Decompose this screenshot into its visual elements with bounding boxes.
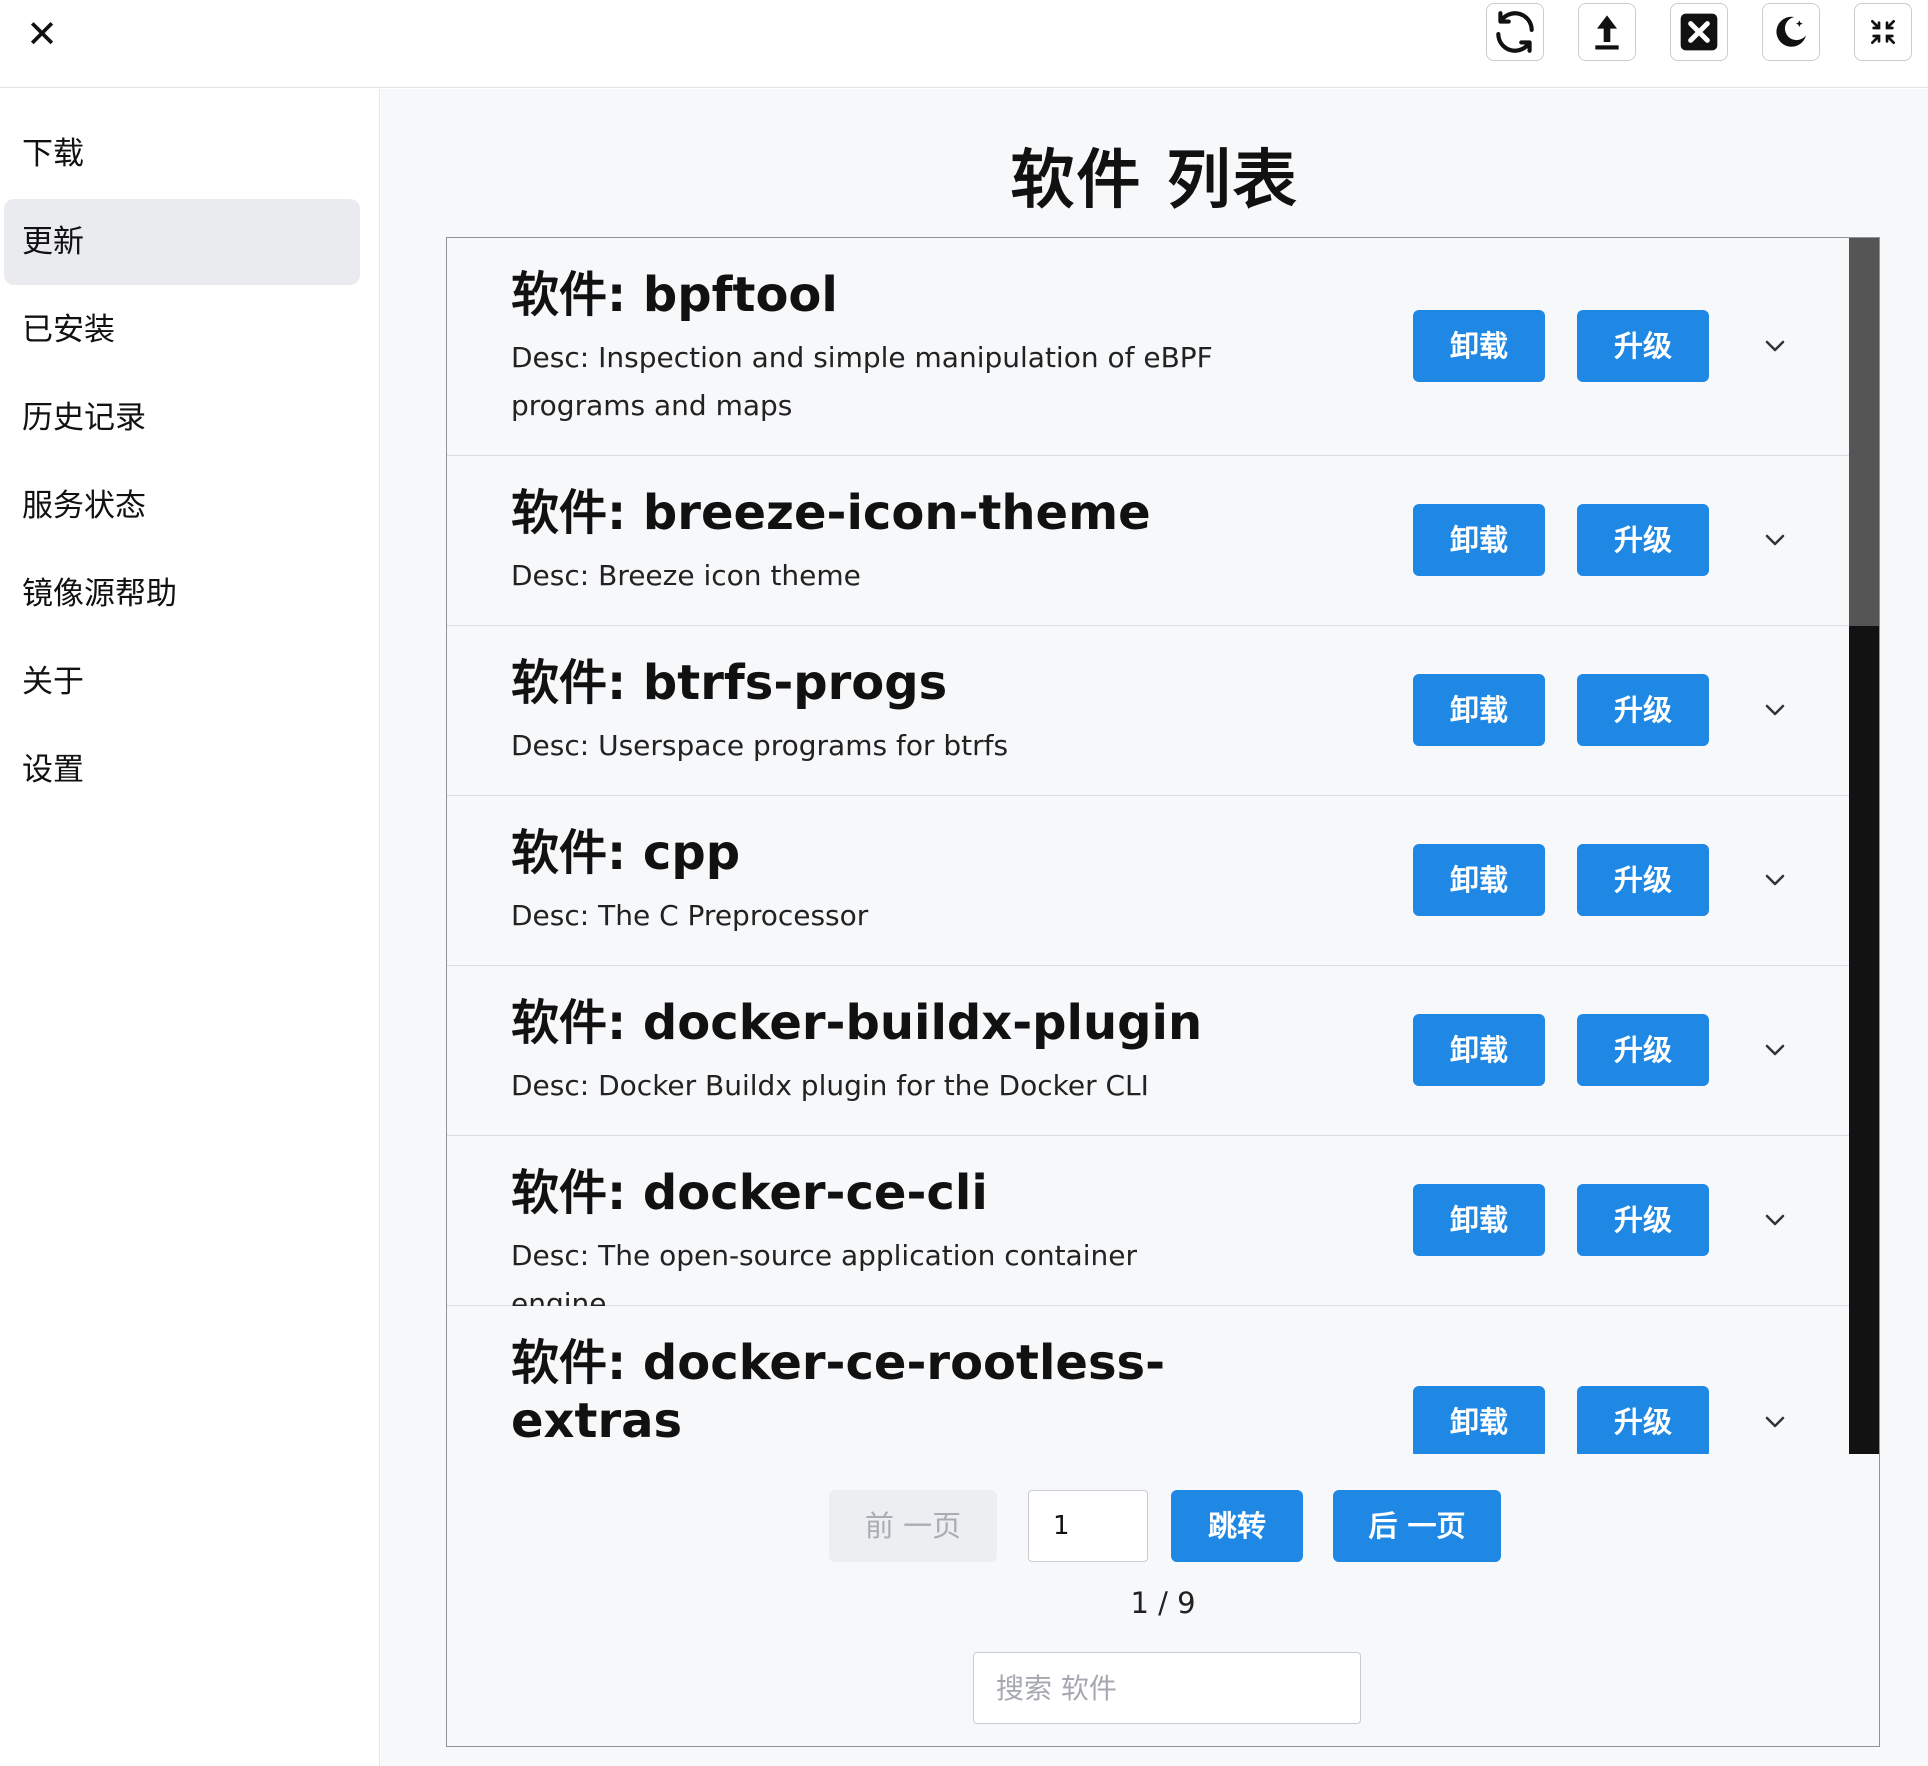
uninstall-button[interactable]: 卸载 bbox=[1413, 844, 1545, 916]
sidebar-item-update[interactable]: 更新 bbox=[4, 199, 360, 285]
expand-chevron-button[interactable] bbox=[1755, 1402, 1795, 1442]
chevron-down-icon bbox=[1765, 340, 1785, 352]
scrollbar-thumb[interactable] bbox=[1849, 238, 1879, 626]
package-list-panel: 软件: bpftool Desc: Inspection and simple … bbox=[446, 237, 1880, 1747]
chevron-down-icon bbox=[1765, 704, 1785, 716]
clear-button[interactable] bbox=[1670, 3, 1728, 61]
refresh-icon bbox=[1496, 11, 1534, 53]
sidebar-item-service-status[interactable]: 服务状态 bbox=[4, 463, 360, 549]
main-content: 软件 列表 软件: bpftool Desc: Inspection and s… bbox=[381, 89, 1928, 1766]
package-desc: Desc: Docker Buildx plugin for the Docke… bbox=[511, 1069, 1149, 1102]
dark-mode-button[interactable] bbox=[1762, 3, 1820, 61]
uninstall-button[interactable]: 卸载 bbox=[1413, 504, 1545, 576]
jump-button[interactable]: 跳转 bbox=[1171, 1490, 1303, 1562]
upload-icon bbox=[1595, 15, 1619, 50]
sidebar-item-history[interactable]: 历史记录 bbox=[4, 375, 360, 461]
page-number-input[interactable] bbox=[1028, 1490, 1148, 1562]
uninstall-button[interactable]: 卸载 bbox=[1413, 310, 1545, 382]
upgrade-button[interactable]: 升级 bbox=[1577, 1386, 1709, 1454]
upgrade-button[interactable]: 升级 bbox=[1577, 504, 1709, 576]
collapse-icon bbox=[1871, 20, 1895, 44]
package-row: 软件: btrfs-progs Desc: Userspace programs… bbox=[447, 626, 1849, 796]
expand-chevron-button[interactable] bbox=[1755, 520, 1795, 560]
prev-page-button[interactable]: 前 一页 bbox=[829, 1490, 997, 1562]
search-input[interactable] bbox=[973, 1652, 1361, 1724]
close-window-button[interactable]: ✕ bbox=[22, 14, 62, 54]
package-row: 软件: cpp Desc: The C Preprocessor 卸载 升级 bbox=[447, 796, 1849, 966]
next-page-button[interactable]: 后 一页 bbox=[1333, 1490, 1501, 1562]
upgrade-button[interactable]: 升级 bbox=[1577, 844, 1709, 916]
page-indicator: 1 / 9 bbox=[1130, 1586, 1196, 1620]
package-row: 软件: docker-ce-cli Desc: The open-source … bbox=[447, 1136, 1849, 1320]
sidebar-item-installed[interactable]: 已安装 bbox=[4, 287, 360, 373]
sidebar-item-download[interactable]: 下载 bbox=[4, 111, 360, 197]
package-name: 软件: bpftool bbox=[511, 267, 838, 323]
package-desc: Desc: Userspace programs for btrfs bbox=[511, 729, 1009, 762]
expand-chevron-button[interactable] bbox=[1755, 1200, 1795, 1240]
package-name: 软件: docker-ce-cli bbox=[511, 1165, 988, 1221]
sidebar: 下载 更新 已安装 历史记录 服务状态 镜像源帮助 关于 设置 bbox=[0, 89, 380, 1766]
package-row: 软件: docker-ce-rootless-extras 卸载 升级 bbox=[447, 1306, 1849, 1454]
package-row: 软件: breeze-icon-theme Desc: Breeze icon … bbox=[447, 456, 1849, 626]
package-desc: Desc: Inspection and simple manipulation… bbox=[511, 341, 1213, 422]
fullscreen-button[interactable] bbox=[1854, 3, 1912, 61]
chevron-down-icon bbox=[1765, 534, 1785, 546]
page-title: 软件 列表 bbox=[1010, 144, 1299, 218]
scrollbar[interactable] bbox=[1849, 238, 1879, 1454]
chevron-down-icon bbox=[1765, 1044, 1785, 1056]
refresh-button[interactable] bbox=[1486, 3, 1544, 61]
upgrade-button[interactable]: 升级 bbox=[1577, 1184, 1709, 1256]
uninstall-button[interactable]: 卸载 bbox=[1413, 1386, 1545, 1454]
title-bar: ✕ bbox=[0, 0, 1928, 88]
upgrade-button[interactable]: 升级 bbox=[1577, 310, 1709, 382]
uninstall-button[interactable]: 卸载 bbox=[1413, 1014, 1545, 1086]
package-desc: Desc: Breeze icon theme bbox=[511, 559, 861, 592]
package-name: 软件: docker-buildx-plugin bbox=[511, 995, 1203, 1051]
package-name: 软件: breeze-icon-theme bbox=[511, 485, 1151, 541]
package-list[interactable]: 软件: bpftool Desc: Inspection and simple … bbox=[447, 238, 1879, 1454]
package-row: 软件: bpftool Desc: Inspection and simple … bbox=[447, 238, 1849, 456]
moon-icon bbox=[1776, 16, 1806, 47]
close-square-icon bbox=[1680, 13, 1718, 51]
chevron-down-icon bbox=[1765, 1214, 1785, 1226]
uninstall-button[interactable]: 卸载 bbox=[1413, 1184, 1545, 1256]
upload-button[interactable] bbox=[1578, 3, 1636, 61]
chevron-down-icon bbox=[1765, 1416, 1785, 1428]
upgrade-button[interactable]: 升级 bbox=[1577, 674, 1709, 746]
sidebar-item-mirror-help[interactable]: 镜像源帮助 bbox=[4, 551, 360, 637]
expand-chevron-button[interactable] bbox=[1755, 1030, 1795, 1070]
package-name: 软件: docker-ce-rootless-extras bbox=[511, 1335, 1166, 1449]
package-name: 软件: cpp bbox=[511, 825, 741, 881]
package-desc: Desc: The C Preprocessor bbox=[511, 899, 869, 932]
upgrade-button[interactable]: 升级 bbox=[1577, 1014, 1709, 1086]
sidebar-item-about[interactable]: 关于 bbox=[4, 639, 360, 725]
expand-chevron-button[interactable] bbox=[1755, 690, 1795, 730]
package-name: 软件: btrfs-progs bbox=[511, 655, 948, 711]
expand-chevron-button[interactable] bbox=[1755, 860, 1795, 900]
uninstall-button[interactable]: 卸载 bbox=[1413, 674, 1545, 746]
chevron-down-icon bbox=[1765, 874, 1785, 886]
package-row: 软件: docker-buildx-plugin Desc: Docker Bu… bbox=[447, 966, 1849, 1136]
sidebar-item-settings[interactable]: 设置 bbox=[4, 727, 360, 813]
expand-chevron-button[interactable] bbox=[1755, 326, 1795, 366]
